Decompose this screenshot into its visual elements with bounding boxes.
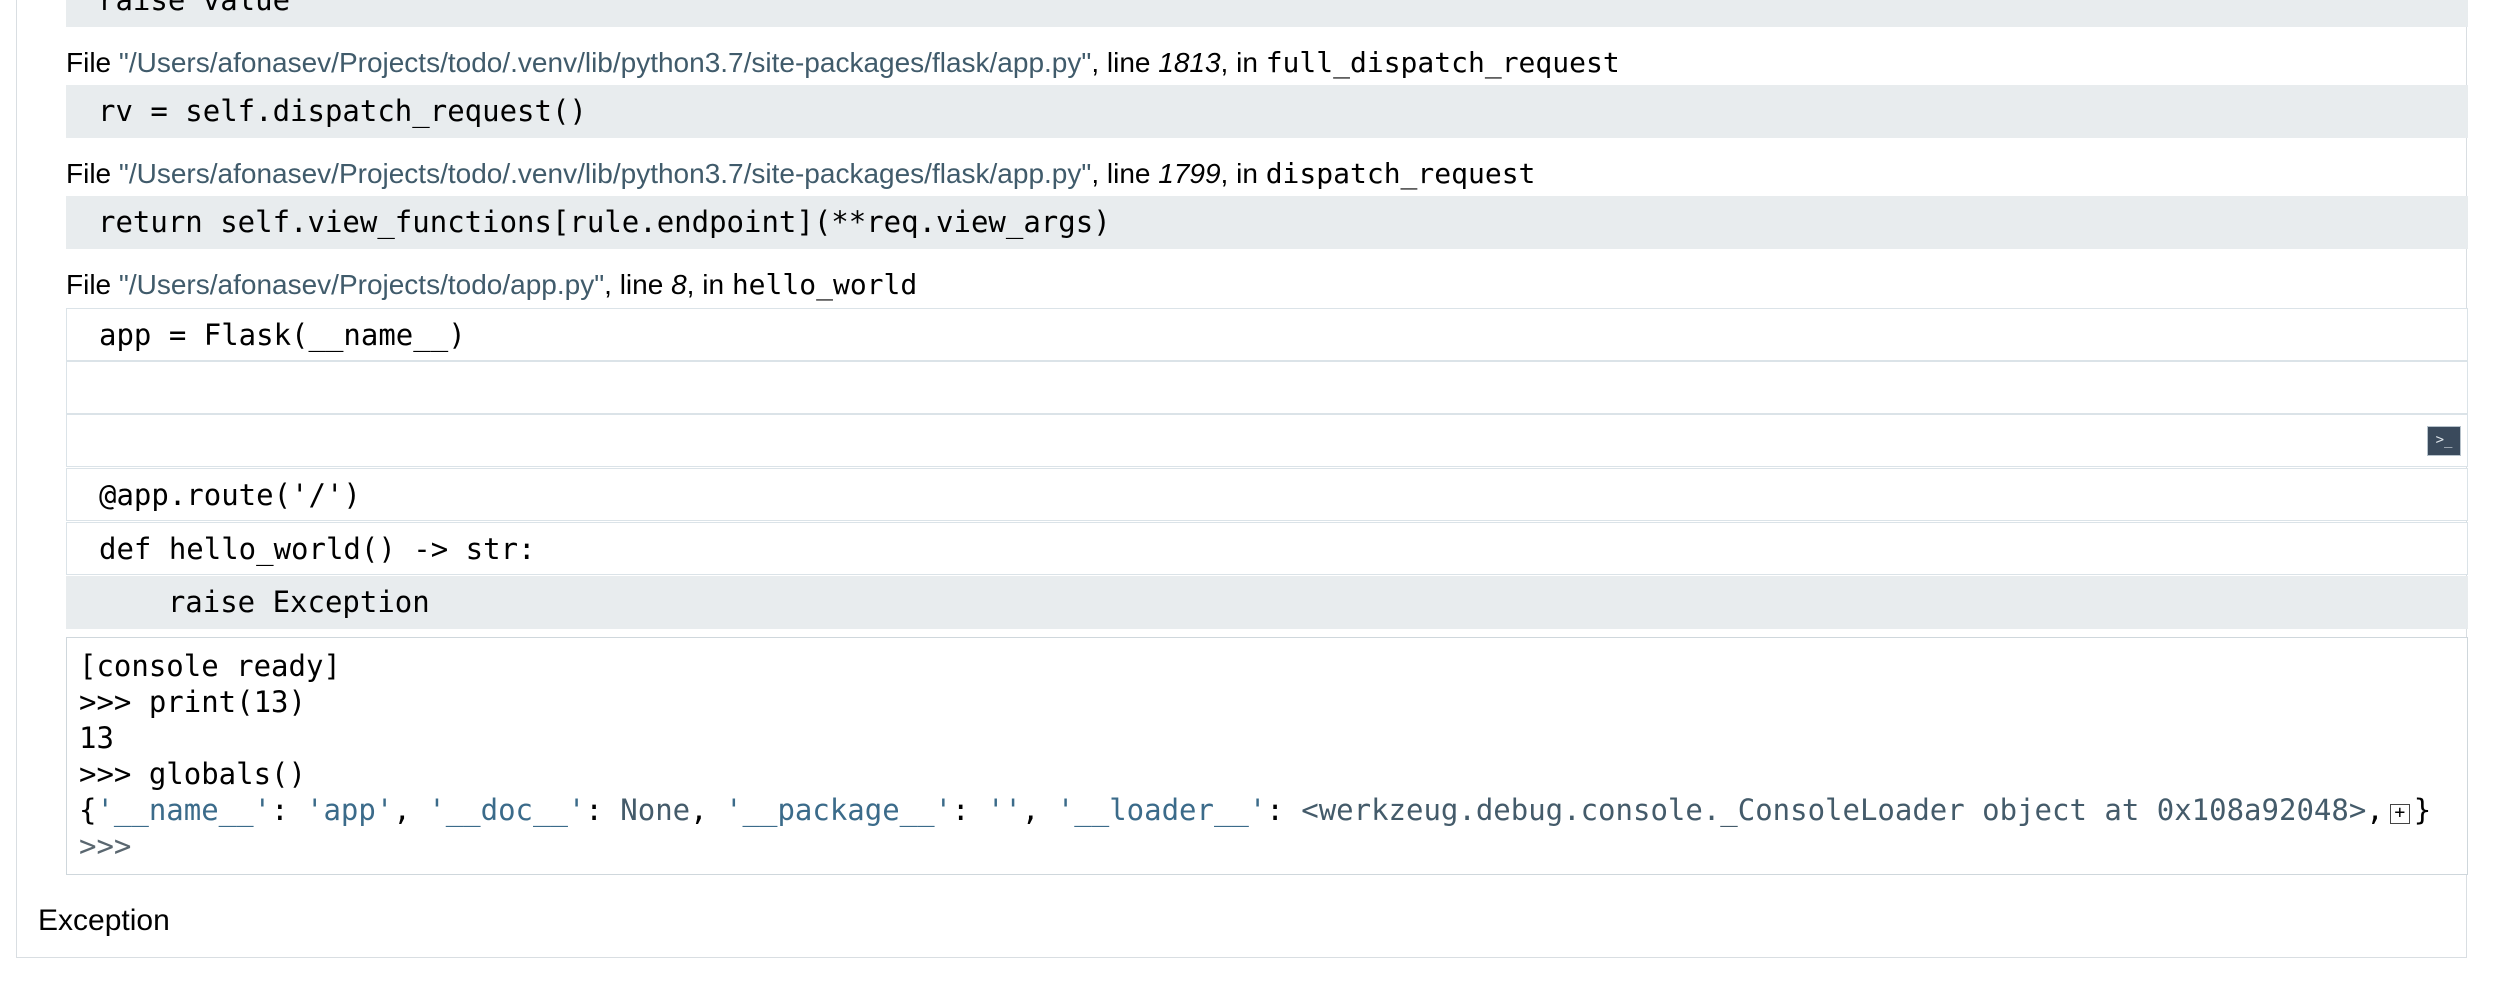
brace: { — [79, 793, 97, 827]
comma: , — [2366, 793, 2384, 827]
code-line-current[interactable]: raise value — [66, 0, 2468, 27]
line-word: , line — [1091, 47, 1159, 78]
separator: : — [952, 793, 987, 827]
separator: : — [271, 793, 306, 827]
dict-key: '__loader__' — [1056, 793, 1267, 827]
dict-key: '__doc__' — [428, 793, 586, 827]
interactive-console[interactable]: [console ready] >>> print(13) 13 >>> glo… — [66, 637, 2468, 875]
exception-label: Exception — [38, 904, 170, 937]
file-prefix: File — [66, 158, 119, 189]
console-output: 13 — [79, 721, 114, 755]
file-path: "/Users/afonasev/Projects/todo/app.py" — [118, 269, 605, 300]
console-ready-text: [console ready] — [79, 649, 341, 683]
code-line-context[interactable]: def hello_world() -> str: — [66, 522, 2468, 575]
code-line-current[interactable]: rv = self.dispatch_request() — [66, 85, 2468, 138]
code-line-context[interactable]: >_ — [66, 414, 2468, 467]
code-line-current[interactable]: raise Exception — [66, 576, 2468, 629]
function-name: hello_world — [731, 268, 918, 301]
console-command: >>> globals() — [79, 757, 306, 791]
line-number: 1799 — [1158, 158, 1221, 189]
in-word: , in — [1220, 158, 1266, 189]
comma: , — [393, 793, 429, 827]
separator: : — [1266, 793, 1302, 827]
console-command: >>> print(13) — [79, 685, 306, 719]
code-line-current[interactable]: return self.view_functions[rule.endpoint… — [66, 196, 2468, 249]
line-word: , line — [1091, 158, 1159, 189]
dict-value: None — [620, 793, 691, 827]
comma: , — [1021, 793, 1057, 827]
frame-header: File "/Users/afonasev/Projects/todo/.ven… — [66, 155, 1535, 193]
dict-value: <werkzeug.debug.console._ConsoleLoader o… — [1301, 793, 2367, 827]
code-line-context[interactable] — [66, 361, 2468, 414]
in-word: , in — [686, 269, 732, 300]
code-line-context[interactable]: app = Flask(__name__) — [66, 308, 2468, 361]
dict-key: '__name__' — [96, 793, 272, 827]
terminal-icon[interactable]: >_ — [2427, 426, 2461, 456]
file-path: "/Users/afonasev/Projects/todo/.venv/lib… — [118, 158, 1092, 189]
frame-header: File "/Users/afonasev/Projects/todo/.ven… — [66, 44, 1620, 82]
separator: : — [585, 793, 621, 827]
function-name: full_dispatch_request — [1265, 46, 1620, 79]
in-word: , in — [1220, 47, 1266, 78]
line-word: , line — [604, 269, 672, 300]
code-line-context[interactable]: @app.route('/') — [66, 468, 2468, 521]
comma: , — [690, 793, 726, 827]
console-prompt-input[interactable]: >>> — [79, 828, 2467, 864]
dict-value: 'app' — [306, 793, 394, 827]
frame-header: File "/Users/afonasev/Projects/todo/app.… — [66, 266, 917, 304]
expand-icon[interactable]: + — [2389, 804, 2410, 824]
brace: } — [2413, 793, 2432, 827]
dict-key: '__package__' — [725, 793, 953, 827]
file-prefix: File — [66, 47, 119, 78]
console-output-globals: {'__name__': 'app', '__doc__': None, '__… — [79, 792, 2467, 828]
file-path: "/Users/afonasev/Projects/todo/.venv/lib… — [118, 47, 1092, 78]
line-number: 1813 — [1158, 47, 1221, 78]
dict-value: '' — [986, 793, 1022, 827]
function-name: dispatch_request — [1265, 157, 1536, 190]
file-prefix: File — [66, 269, 119, 300]
line-number: 8 — [671, 269, 687, 300]
